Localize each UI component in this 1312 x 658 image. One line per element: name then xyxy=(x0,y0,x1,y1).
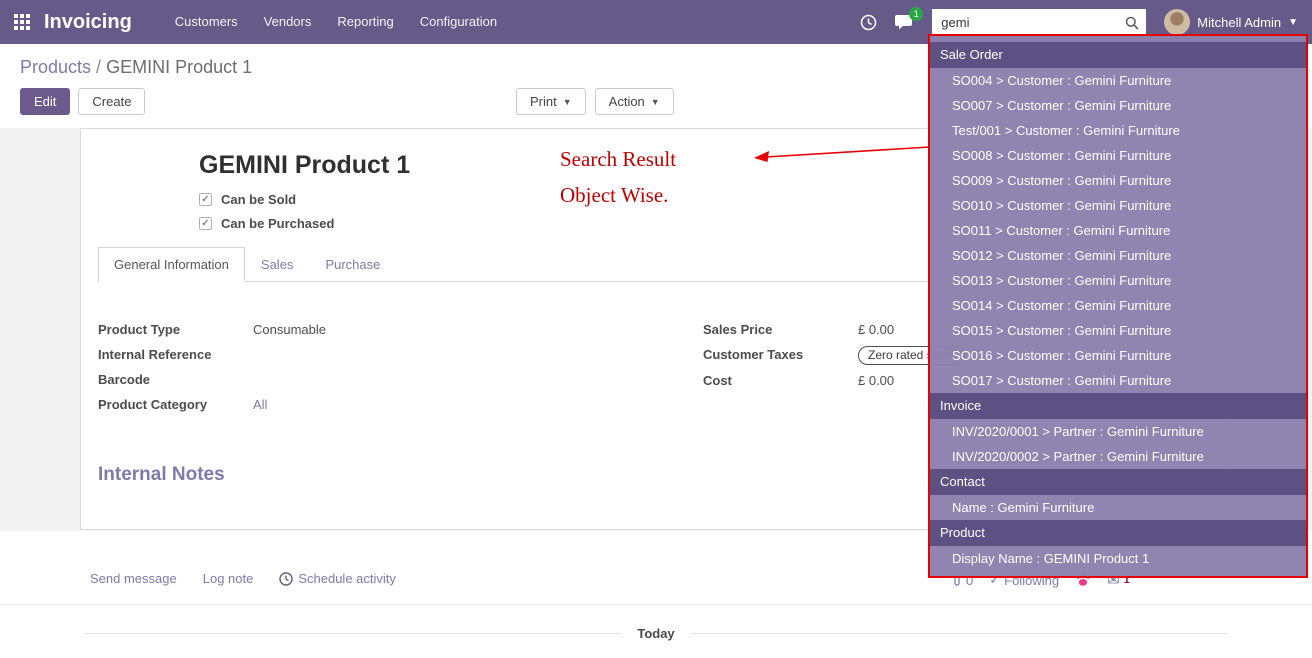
navbar-menus: CustomersVendorsReportingConfiguration xyxy=(162,0,510,44)
search-result-item[interactable]: SO009 > Customer : Gemini Furniture xyxy=(930,168,1306,193)
search-result-item[interactable]: SO010 > Customer : Gemini Furniture xyxy=(930,193,1306,218)
send-message-link[interactable]: Send message xyxy=(90,571,177,586)
edit-button[interactable]: Edit xyxy=(20,88,70,115)
nav-menu-configuration[interactable]: Configuration xyxy=(407,0,510,44)
search-group-sale-order: Sale Order xyxy=(930,42,1306,68)
user-avatar xyxy=(1164,9,1190,35)
checkbox-label: Can be Sold xyxy=(221,192,296,207)
field-value: £ 0.00 xyxy=(858,320,894,339)
schedule-activity-link[interactable]: Schedule activity xyxy=(279,571,396,586)
search-result-item[interactable]: SO004 > Customer : Gemini Furniture xyxy=(930,68,1306,93)
action-button[interactable]: Action ▼ xyxy=(595,88,674,115)
search-results-dropdown: Sale OrderSO004 > Customer : Gemini Furn… xyxy=(928,34,1308,578)
search-result-item[interactable]: Test/001 > Customer : Gemini Furniture xyxy=(930,118,1306,143)
today-divider: Today xyxy=(85,626,1227,641)
search-result-item[interactable]: SO014 > Customer : Gemini Furniture xyxy=(930,293,1306,318)
activities-clock-icon[interactable] xyxy=(860,14,877,31)
messages-icon[interactable]: 1 xyxy=(895,14,914,30)
field-product-category: Product CategoryAll xyxy=(98,395,655,414)
schedule-clock-icon xyxy=(279,572,293,586)
search-result-item[interactable]: SO017 > Customer : Gemini Furniture xyxy=(930,368,1306,393)
field-value: £ 0.00 xyxy=(858,371,894,390)
field-label: Product Type xyxy=(98,320,253,339)
apps-grid-icon[interactable] xyxy=(14,14,30,30)
checkbox-icon[interactable]: ✓ xyxy=(199,193,212,206)
user-name: Mitchell Admin xyxy=(1197,15,1281,30)
form-buttons: Edit Create xyxy=(20,88,145,115)
field-label: Sales Price xyxy=(703,320,858,339)
navbar-search xyxy=(932,9,1146,36)
schedule-activity-label: Schedule activity xyxy=(298,571,396,586)
search-result-item[interactable]: Display Name : GEMINI Product 1 xyxy=(930,546,1306,571)
fields-left-column: Product TypeConsumableInternal Reference… xyxy=(98,320,655,420)
caret-down-icon: ▼ xyxy=(563,97,572,107)
annotation-line1: Search Result xyxy=(560,147,676,172)
navbar-right: 1 Mitchell Admin ▼ xyxy=(860,9,1298,36)
log-note-link[interactable]: Log note xyxy=(203,571,254,586)
form-action-buttons: Print ▼ Action ▼ xyxy=(516,88,674,115)
search-input[interactable] xyxy=(932,9,1146,36)
field-product-type: Product TypeConsumable xyxy=(98,320,655,339)
search-result-item[interactable]: SO007 > Customer : Gemini Furniture xyxy=(930,93,1306,118)
breadcrumb-current: GEMINI Product 1 xyxy=(106,57,252,77)
search-result-item[interactable]: SO013 > Customer : Gemini Furniture xyxy=(930,268,1306,293)
chatter-divider xyxy=(0,604,1312,605)
search-group-product: Product xyxy=(930,520,1306,546)
message-count-badge: 1 xyxy=(909,7,923,21)
tab-general-information[interactable]: General Information xyxy=(98,247,245,282)
caret-down-icon: ▼ xyxy=(1288,17,1298,28)
search-group-invoice: Invoice xyxy=(930,393,1306,419)
annotation-arrow xyxy=(750,138,935,168)
search-icon[interactable] xyxy=(1125,16,1139,33)
checkbox-label: Can be Purchased xyxy=(221,216,334,231)
search-result-item[interactable]: SO011 > Customer : Gemini Furniture xyxy=(930,218,1306,243)
nav-menu-reporting[interactable]: Reporting xyxy=(324,0,406,44)
tab-sales[interactable]: Sales xyxy=(245,247,310,282)
nav-menu-customers[interactable]: Customers xyxy=(162,0,251,44)
field-value[interactable]: All xyxy=(253,395,267,414)
today-label: Today xyxy=(637,626,674,641)
print-button[interactable]: Print ▼ xyxy=(516,88,586,115)
create-button[interactable]: Create xyxy=(78,88,145,115)
action-button-label: Action xyxy=(609,94,645,109)
breadcrumb-products-link[interactable]: Products xyxy=(20,57,91,77)
user-menu[interactable]: Mitchell Admin ▼ xyxy=(1164,9,1298,35)
search-result-item[interactable]: SO015 > Customer : Gemini Furniture xyxy=(930,318,1306,343)
field-label: Barcode xyxy=(98,370,253,389)
annotation-line2: Object Wise. xyxy=(560,183,668,208)
print-button-label: Print xyxy=(530,94,557,109)
search-result-item[interactable]: SO008 > Customer : Gemini Furniture xyxy=(930,143,1306,168)
field-label: Customer Taxes xyxy=(703,345,858,365)
field-label: Product Category xyxy=(98,395,253,414)
caret-down-icon: ▼ xyxy=(651,97,660,107)
nav-menu-vendors[interactable]: Vendors xyxy=(251,0,325,44)
search-result-item[interactable]: Name : Gemini Furniture xyxy=(930,495,1306,520)
search-result-item[interactable]: INV/2020/0002 > Partner : Gemini Furnitu… xyxy=(930,444,1306,469)
field-barcode: Barcode xyxy=(98,370,655,389)
chatter-actions: Send message Log note Schedule activity xyxy=(90,571,396,586)
breadcrumb: Products / GEMINI Product 1 xyxy=(20,57,252,78)
breadcrumb-separator: / xyxy=(91,57,106,77)
search-result-item[interactable]: SO016 > Customer : Gemini Furniture xyxy=(930,343,1306,368)
field-label: Cost xyxy=(703,371,858,390)
app-name[interactable]: Invoicing xyxy=(44,11,132,34)
search-group-contact: Contact xyxy=(930,469,1306,495)
field-value: Consumable xyxy=(253,320,326,339)
search-result-item[interactable]: INV/2020/0001 > Partner : Gemini Furnitu… xyxy=(930,419,1306,444)
field-label: Internal Reference xyxy=(98,345,253,364)
navbar-left: Invoicing CustomersVendorsReportingConfi… xyxy=(14,0,510,44)
search-result-item[interactable]: SO012 > Customer : Gemini Furniture xyxy=(930,243,1306,268)
tab-purchase[interactable]: Purchase xyxy=(309,247,396,282)
checkbox-icon[interactable]: ✓ xyxy=(199,217,212,230)
field-internal-reference: Internal Reference xyxy=(98,345,655,364)
